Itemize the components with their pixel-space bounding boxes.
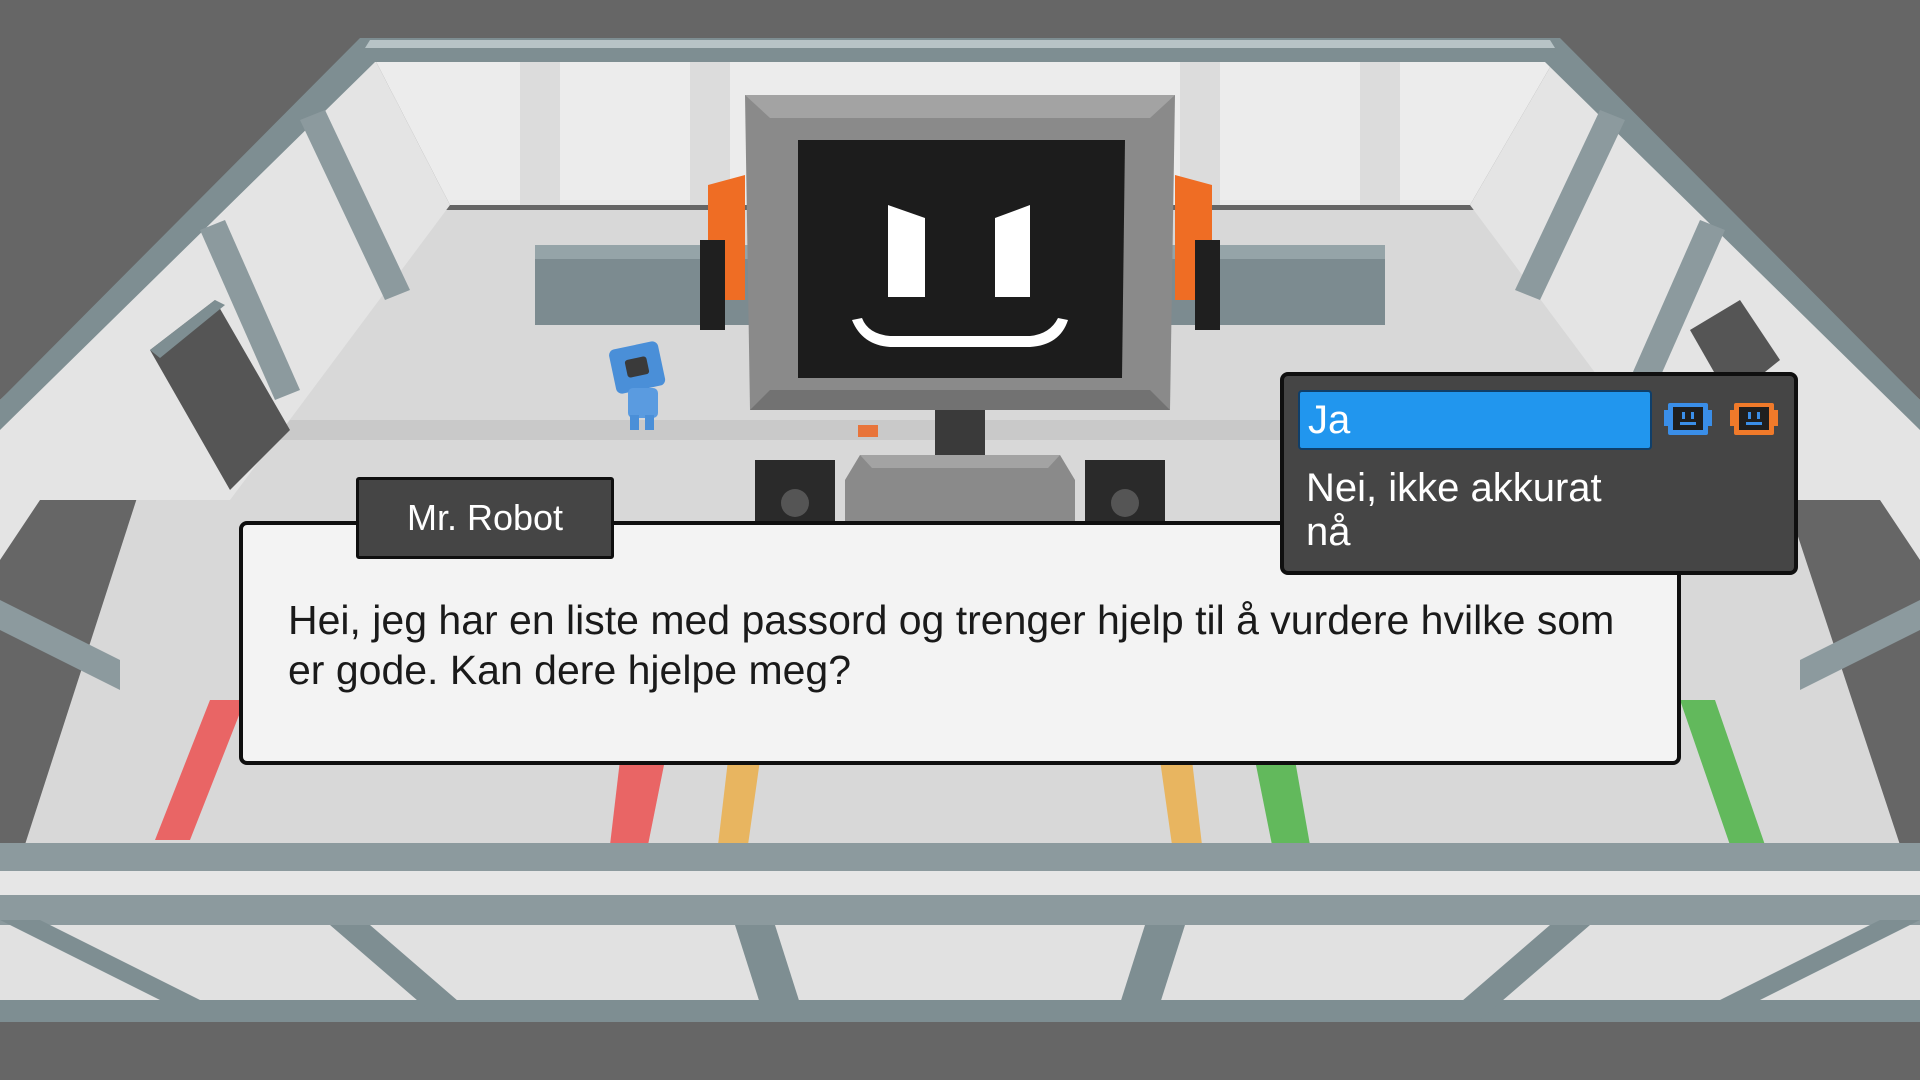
front-rail: [0, 843, 1920, 871]
mr-robot-character: [700, 95, 1220, 530]
choice-panel: Ja Nei, ikke akkurat nå: [1280, 372, 1798, 575]
choice-option-ja[interactable]: Ja: [1298, 390, 1652, 450]
robot-face-icon: [1730, 403, 1778, 435]
speaker-name-tab: Mr. Robot: [356, 477, 614, 559]
dialog-text: Hei, jeg har en liste med passord og tre…: [288, 597, 1615, 693]
choice-option-nei[interactable]: Nei, ikke akkurat nå: [1298, 466, 1638, 554]
speaker-name: Mr. Robot: [406, 497, 564, 538]
robot-face-icon: [1664, 403, 1712, 435]
